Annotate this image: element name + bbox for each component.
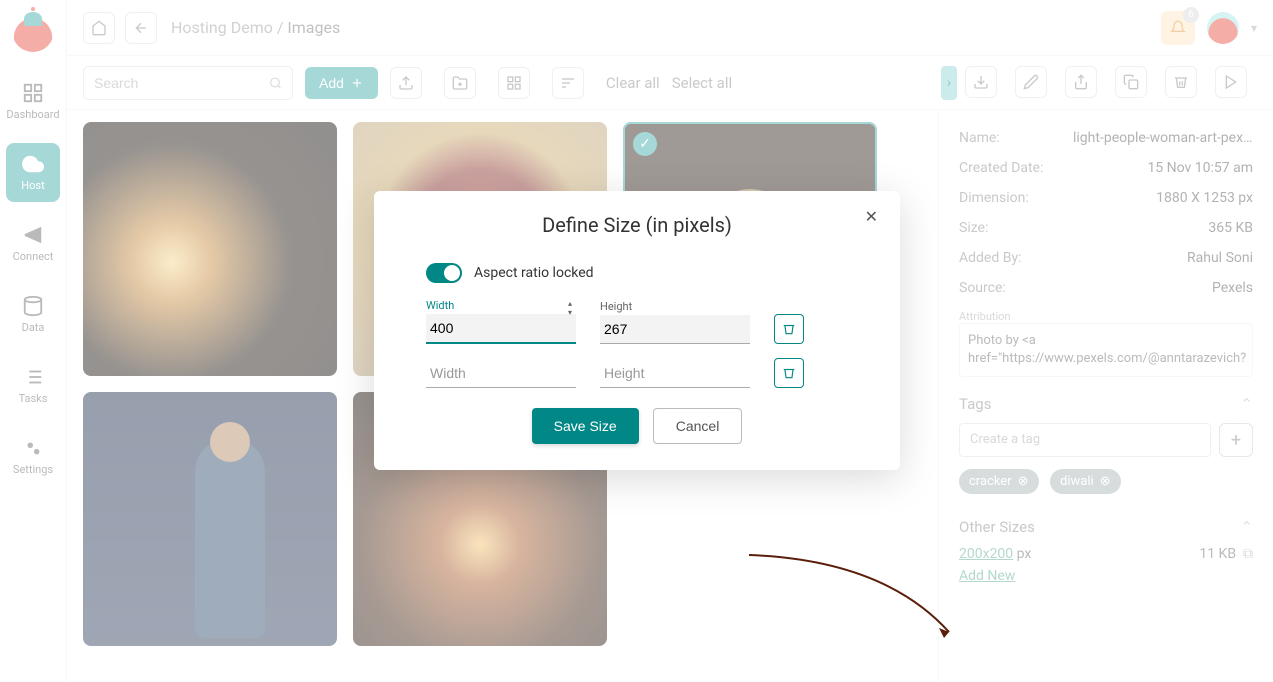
modal-title: Define Size (in pixels): [402, 213, 872, 237]
trash-icon: [782, 366, 796, 380]
cancel-button[interactable]: Cancel: [653, 408, 743, 444]
aspect-ratio-toggle[interactable]: [426, 263, 462, 283]
width-label: Width: [426, 299, 576, 312]
trash-icon: [782, 322, 796, 336]
save-size-button[interactable]: Save Size: [532, 408, 639, 444]
height-label: Height: [600, 300, 750, 313]
height-input[interactable]: [600, 315, 750, 344]
width-input-empty[interactable]: [426, 359, 576, 388]
delete-size-row-button[interactable]: [774, 358, 804, 388]
close-button[interactable]: ✕: [865, 207, 878, 226]
width-input[interactable]: [426, 314, 576, 344]
aspect-ratio-label: Aspect ratio locked: [474, 265, 594, 281]
delete-size-row-button[interactable]: [774, 314, 804, 344]
define-size-modal: Define Size (in pixels) ✕ Aspect ratio l…: [374, 191, 900, 470]
height-input-empty[interactable]: [600, 359, 750, 388]
